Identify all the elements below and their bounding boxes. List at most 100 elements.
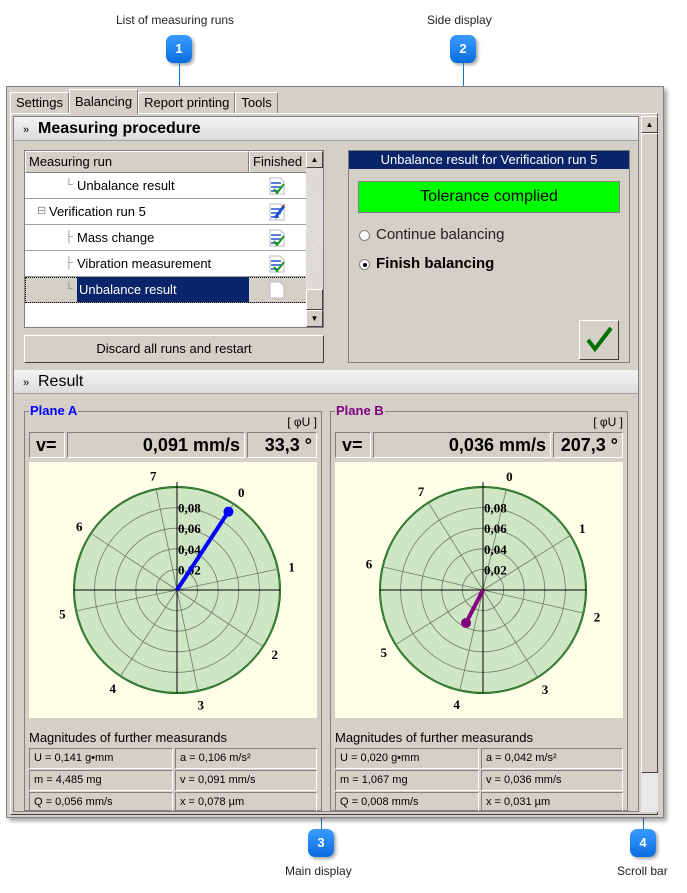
radio-label: Continue balancing <box>376 226 505 243</box>
unbalance-vector-tip <box>460 617 471 628</box>
polar-chart-svg: 0 1 2 3 4 5 6 7 0,02 0,04 0,06 0,08 <box>366 469 601 712</box>
measurand-value: Q = 0,056 mm/s <box>29 792 173 811</box>
scroll-down-button[interactable]: ▼ <box>306 310 323 327</box>
result-header[interactable]: » Result <box>14 370 638 395</box>
angle-value: 207,3 ° <box>553 432 623 458</box>
angle-label: 1 <box>579 521 586 536</box>
radial-tick-label: 0,04 <box>178 542 201 557</box>
tolerance-status: Tolerance complied <box>358 181 620 213</box>
angle-label: 5 <box>381 645 388 660</box>
radio-indicator[interactable] <box>359 258 370 270</box>
magnitude-value: 0,036 mm/s <box>373 432 551 458</box>
measurand-value: x = 0,031 µm <box>481 792 623 811</box>
section-title: Result <box>38 373 84 390</box>
checkmark-icon <box>586 326 613 353</box>
radial-tick-label: 0,06 <box>178 521 201 536</box>
radial-tick-label: 0,04 <box>484 542 507 557</box>
side-display-title: Unbalance result for Verification run 5 <box>349 151 629 169</box>
callout-label-scroll-bar: Scroll bar <box>617 864 668 878</box>
tree-connector-icon: └ <box>65 283 73 295</box>
measurand-value: a = 0,042 m/s² <box>481 748 623 769</box>
collapse-node-icon[interactable]: ⊟ <box>37 199 46 224</box>
unbalance-vector-tip <box>223 506 234 517</box>
main-scroll-thumb[interactable] <box>641 133 658 773</box>
angle-label: 6 <box>76 519 83 534</box>
side-display: Unbalance result for Verification run 5 … <box>348 150 630 363</box>
magnitudes-title: Magnitudes of further measurands <box>335 730 533 745</box>
callout-label-main-display: Main display <box>285 864 352 878</box>
run-list-item[interactable]: ⊟ Verification run 5 <box>25 199 307 225</box>
callout-badge-4: 4 <box>630 829 656 857</box>
column-header-finished[interactable]: Finished <box>249 151 307 173</box>
collapse-chevron-icon[interactable]: » <box>14 118 38 142</box>
confirm-button[interactable] <box>579 320 619 360</box>
radial-tick-label: 0,08 <box>178 501 201 516</box>
unit-label: [ φU ] <box>287 415 317 429</box>
grid-header: Measuring run Finished <box>25 151 323 173</box>
measuring-run-list[interactable]: Measuring run Finished └ Unbalance result… <box>24 150 324 328</box>
plane-b-panel: Plane B [ φU ] v= 0,036 mm/s 207,3 ° 0 1 2… <box>330 403 628 811</box>
radio-continue-balancing[interactable]: Continue balancing <box>359 226 504 243</box>
angle-label: 5 <box>59 607 66 622</box>
callout-label-run-list: List of measuring runs <box>116 13 235 27</box>
run-label: Unbalance result <box>77 178 175 193</box>
measurand-value: Q = 0,008 mm/s <box>335 792 479 811</box>
angle-label: 1 <box>288 559 295 574</box>
run-list-item[interactable]: └ Unbalance result <box>25 173 307 199</box>
angle-label: 7 <box>418 484 425 499</box>
v-label: v= <box>335 432 371 458</box>
angle-label: 2 <box>272 647 279 662</box>
tab-report-printing[interactable]: Report printing <box>138 92 236 114</box>
collapse-chevron-icon[interactable]: » <box>14 371 38 395</box>
angle-label: 3 <box>542 682 549 697</box>
run-label: Vibration measurement <box>77 256 212 271</box>
run-label: Unbalance result <box>77 277 249 302</box>
run-list-item[interactable]: ├ Vibration measurement <box>25 251 307 277</box>
balancing-pane: » Measuring procedure Measuring run Finis… <box>10 113 658 815</box>
measurand-value: a = 0,106 m/s² <box>175 748 317 769</box>
run-list-item[interactable]: └ Unbalance result <box>25 277 307 303</box>
measuring-procedure-header[interactable]: » Measuring procedure <box>14 117 638 142</box>
tree-connector-icon: ├ <box>65 231 73 243</box>
measurand-value: U = 0,141 g•mm <box>29 748 173 769</box>
angle-label: 4 <box>453 697 460 712</box>
radial-tick-label: 0,06 <box>484 521 507 536</box>
callout-badge-3: 3 <box>308 829 334 857</box>
section-title: Measuring procedure <box>38 120 201 137</box>
balancing-window: Settings Balancing Report printing Tools… <box>6 86 664 818</box>
main-scrollbar[interactable]: ▲ <box>641 116 658 812</box>
angle-label: 0 <box>238 485 245 500</box>
tab-tools[interactable]: Tools <box>235 92 278 114</box>
angle-label: 3 <box>197 698 204 713</box>
tab-settings[interactable]: Settings <box>10 92 69 114</box>
polar-chart: 012345670,020,040,060,08 <box>29 462 317 718</box>
callout-badge-1: 1 <box>166 35 192 63</box>
measurand-value: v = 0,036 mm/s <box>481 770 623 791</box>
unit-label: [ φU ] <box>593 415 623 429</box>
plane-title: Plane A <box>29 403 79 418</box>
angle-value: 33,3 ° <box>247 432 317 458</box>
measurand-value: v = 0,091 mm/s <box>175 770 317 791</box>
magnitudes-title: Magnitudes of further measurands <box>29 730 227 745</box>
measurand-value: m = 4,485 mg <box>29 770 173 791</box>
radio-indicator[interactable] <box>359 229 370 241</box>
scroll-up-button[interactable]: ▲ <box>306 151 323 168</box>
scroll-thumb[interactable] <box>306 289 323 310</box>
run-list-item[interactable]: ├ Mass change <box>25 225 307 251</box>
discard-all-runs-button[interactable]: Discard all runs and restart <box>24 335 324 363</box>
callout-label-side-display: Side display <box>427 13 492 27</box>
tab-bar: Settings Balancing Report printing Tools <box>10 89 278 114</box>
tab-balancing[interactable]: Balancing <box>68 89 139 114</box>
angle-label: 4 <box>110 681 117 696</box>
radio-label: Finish balancing <box>376 255 495 272</box>
angle-label: 2 <box>594 609 601 624</box>
grid-rows: └ Unbalance result ⊟ Verification run 5 ├ Mas… <box>25 173 323 303</box>
main-scroll-up-button[interactable]: ▲ <box>641 116 658 133</box>
tree-connector-icon: └ <box>65 179 73 191</box>
radio-finish-balancing[interactable]: Finish balancing <box>359 255 494 272</box>
plane-a-panel: Plane A [ φU ] v= 0,091 mm/s 33,3 ° 0 1 2 3… <box>24 403 322 811</box>
run-list-scrollbar[interactable]: ▲ ▼ <box>306 151 323 327</box>
blank-document-icon <box>269 281 285 307</box>
column-header-run[interactable]: Measuring run <box>25 151 249 173</box>
v-label: v= <box>29 432 65 458</box>
